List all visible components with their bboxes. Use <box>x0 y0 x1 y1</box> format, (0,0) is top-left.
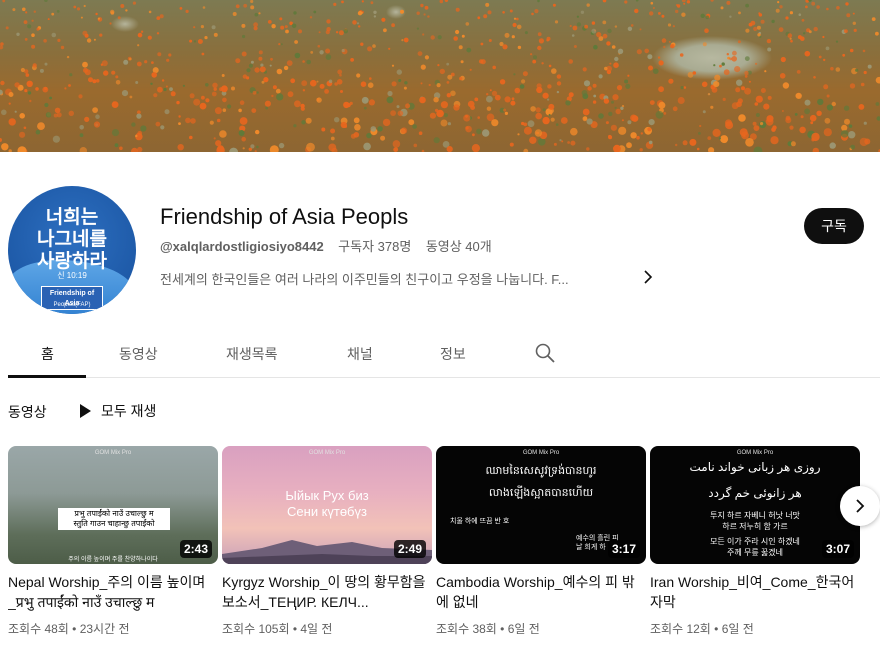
play-all-label: 모두 재생 <box>101 403 157 419</box>
thumb-caption: प्रभु तपाईंको नाउँ उचाल्छु म स्तुति गाउन… <box>58 508 170 530</box>
avatar-text-line-3: 사랑하라 <box>37 251 107 272</box>
avatar-verse: 신 10:19 <box>57 271 87 280</box>
thumb-caption-line-2: هر زانوئی خم گردد <box>708 486 802 500</box>
thumb-caption-line-2: Сени күтөбүз <box>287 504 367 519</box>
channel-tabs: 홈 동영상 재생목록 채널 정보 <box>8 330 880 378</box>
thumb-caption-line-2: លាងឡើងស្អាតបានហើយ <box>488 487 594 499</box>
thumb-caption-line-1: روزی هر زبانی خواند نامت <box>689 460 821 474</box>
channel-handle: @xalqlardostligiosiyo8442 <box>160 239 324 254</box>
section-title: 동영상 <box>8 404 47 420</box>
channel-meta: @xalqlardostligiosiyo8442 구독자 378명 동영상 4… <box>160 236 492 255</box>
active-tab-indicator <box>8 375 86 378</box>
channel-name: Friendship of Asia Peopls <box>160 204 409 229</box>
video-meta: 조회수 105회 • 4일 전 <box>222 622 333 636</box>
meta-separator <box>415 239 422 254</box>
video-thumbnail[interactable]: GOM Mix Pro روزی هر زبانی خواند نامت هر … <box>650 446 860 564</box>
video-card[interactable]: GOM Mix Pro Ыйык Рух биз Сени күтөбүз 2:… <box>222 446 432 637</box>
search-icon[interactable] <box>534 342 556 364</box>
video-duration: 3:07 <box>821 540 854 558</box>
play-all-button[interactable]: 모두 재생 <box>80 400 156 422</box>
next-arrow-button[interactable] <box>840 486 880 526</box>
video-thumbnail[interactable]: GOM Mix Pro Ыйык Рух биз Сени күтөбүз 2:… <box>222 446 432 564</box>
gom-watermark: GOM Mix Pro <box>308 450 346 456</box>
video-card[interactable]: GOM Mix Pro روزی هر زبانی خواند نامت هر … <box>650 446 860 637</box>
video-card[interactable]: GOM Mix Pro ឈាមនៃសេសូវទ្រង់បានហូរ លាងឡើង… <box>436 446 646 637</box>
video-duration: 2:49 <box>393 540 426 558</box>
tab-playlists[interactable]: 재생목록 <box>226 344 278 364</box>
gom-watermark: GOM Mix Pro <box>522 450 560 456</box>
avatar-badge-sub: Peoples(FAP) <box>53 302 91 308</box>
meta-separator <box>327 239 334 254</box>
tab-videos[interactable]: 동영상 <box>119 344 158 364</box>
tab-channels[interactable]: 채널 <box>347 344 373 364</box>
tab-about[interactable]: 정보 <box>440 344 466 364</box>
chevron-right-icon <box>856 499 865 513</box>
banner-flower-field <box>0 0 880 152</box>
video-title[interactable]: Cambodia Worship_예수의 피 밖에 없네 <box>436 572 646 612</box>
video-thumbnail[interactable]: GOM Mix Pro ឈាមនៃសេសូវទ្រង់បានហូរ លាងឡើង… <box>436 446 646 564</box>
subscribe-button[interactable]: 구독 <box>804 208 864 244</box>
video-card[interactable]: GOM Mix Pro प्रभु तपाईंको नाउँ उचाल्छु म… <box>8 446 218 637</box>
video-duration: 3:17 <box>607 540 640 558</box>
thumb-caption-line-1: Ыйык Рух биз <box>285 488 369 503</box>
video-title[interactable]: Kyrgyz Worship_이 땅의 황무함을 보소서_ТЕҢИР. КЕЛЧ… <box>222 572 432 612</box>
video-meta: 조회수 48회 • 23시간 전 <box>8 622 130 636</box>
play-icon <box>80 404 91 418</box>
video-count: 동영상 40개 <box>425 239 492 254</box>
video-duration: 2:43 <box>179 540 212 558</box>
channel-avatar[interactable]: 너희는 나그네를 사랑하라 신 10:19 Friendship of Asia… <box>8 186 136 314</box>
thumb-subtitle-2: 하르 저누히 함 가르 <box>722 522 788 531</box>
thumb-subtitle-1: 투지 하르 자베니 허낫 너맛 <box>710 511 800 520</box>
video-title[interactable]: Iran Worship_비여_Come_한국어자막 <box>650 572 860 612</box>
video-meta: 조회수 12회 • 6일 전 <box>650 622 754 636</box>
channel-description[interactable]: 전세계의 한국인들은 여러 나라의 이주민들의 친구이고 우정을 나눕니다. F… <box>160 269 569 288</box>
video-thumbnail[interactable]: GOM Mix Pro प्रभु तपाईंको नाउँ उचाल्छु म… <box>8 446 218 564</box>
subscriber-count: 구독자 378명 <box>338 239 412 254</box>
thumb-caption-line-1: ឈាមនៃសេសូវទ្រង់បានហូរ <box>485 465 597 477</box>
thumb-subtitle: 치울 하에 뜨끔 반 호 <box>450 518 510 525</box>
chevron-right-icon[interactable] <box>640 268 656 286</box>
video-title[interactable]: Nepal Worship_주의 이름 높이며_प्रभु तपाईंको ना… <box>8 572 218 612</box>
gom-watermark: GOM Mix Pro <box>94 450 132 456</box>
gom-watermark: GOM Mix Pro <box>736 450 774 456</box>
channel-banner <box>0 0 880 152</box>
tab-home[interactable]: 홈 <box>41 344 54 364</box>
video-meta: 조회수 38회 • 6일 전 <box>436 622 540 636</box>
